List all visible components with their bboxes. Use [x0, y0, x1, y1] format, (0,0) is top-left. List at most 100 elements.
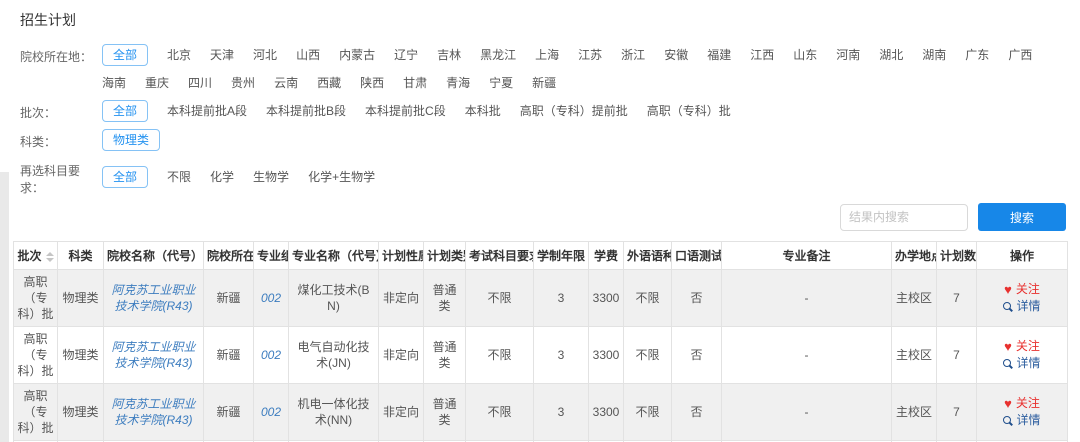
cell-plan-type: 普通类: [423, 383, 466, 441]
detail-link[interactable]: 详情: [1016, 355, 1040, 372]
filter-option-batch-4[interactable]: 本科批: [465, 101, 501, 121]
search-input[interactable]: [840, 203, 968, 231]
filter-option-province-9[interactable]: 上海: [535, 45, 559, 65]
cell-language: 不限: [623, 383, 672, 441]
filter-option-province-7[interactable]: 吉林: [437, 45, 461, 65]
filter-option-reselect-subject-2[interactable]: 化学: [210, 167, 234, 187]
cell-plan-type: 普通类: [423, 326, 466, 384]
col-header-2[interactable]: 院校名称（代号）: [103, 241, 204, 270]
filter-option-province-16[interactable]: 河南: [836, 45, 860, 65]
filter-option-province-1[interactable]: 北京: [167, 45, 191, 65]
filter-option-batch-1[interactable]: 本科提前批A段: [167, 101, 247, 121]
filter-row-batch: 批次： 全部 本科提前批A段 本科提前批B段 本科提前批C段 本科批 高职（专科）提前批 高职…: [20, 100, 1070, 122]
filter-option-province-25[interactable]: 云南: [274, 73, 298, 93]
college-link[interactable]: 阿克苏工业职业技术学院(R43): [111, 397, 195, 427]
filter-option-province-23[interactable]: 四川: [188, 73, 212, 93]
cell-batch: 高职（专科）批: [13, 326, 58, 384]
detail-link[interactable]: 详情: [1016, 298, 1040, 315]
col-header-label: 口语测试: [675, 249, 722, 263]
filter-row-province: 院校所在地： 全部 北京 天津 河北 山西 内蒙古 辽宁 吉林 黑龙江 上海 江苏 浙江 安徽 福建 江西 山东…: [20, 44, 1070, 93]
filter-option-province-31[interactable]: 新疆: [532, 73, 556, 93]
cell-years: 3: [533, 326, 589, 384]
filter-label-batch: 批次：: [20, 106, 57, 120]
table-header-row: 批次 科类院校名称（代号）院校所在地专业组专业名称（代号）计划性质计划类别考试科目…: [13, 241, 1068, 270]
filter-option-province-24[interactable]: 贵州: [231, 73, 255, 93]
filter-option-province-12[interactable]: 安徽: [664, 45, 688, 65]
col-header-label: 计划类别: [427, 249, 465, 263]
filter-option-province-3[interactable]: 河北: [253, 45, 277, 65]
table-row: 高职（专科）批 物理类 阿克苏工业职业技术学院(R43) 新疆 002 电气自动化技术(J…: [13, 326, 1068, 384]
col-header-label: 院校所在地: [207, 249, 253, 263]
filter-option-province-14[interactable]: 江西: [750, 45, 774, 65]
filter-option-reselect-subject-1[interactable]: 不限: [167, 167, 191, 187]
col-header-5[interactable]: 专业名称（代号）: [288, 241, 379, 270]
filter-option-province-0[interactable]: 全部: [102, 44, 149, 66]
filter-option-province-30[interactable]: 宁夏: [489, 73, 513, 93]
filter-option-province-21[interactable]: 海南: [102, 73, 126, 93]
college-link[interactable]: 阿克苏工业职业技术学院(R43): [111, 283, 195, 313]
search-row: 搜索: [0, 203, 1066, 231]
col-header-label: 院校名称（代号）: [107, 249, 204, 263]
col-header-0[interactable]: 批次: [13, 241, 58, 270]
filter-option-province-22[interactable]: 重庆: [145, 73, 169, 93]
follow-line: ♥ 关注: [980, 395, 1064, 412]
filter-option-province-8[interactable]: 黑龙江: [480, 45, 516, 65]
college-link[interactable]: 阿克苏工业职业技术学院(R43): [111, 340, 195, 370]
filter-option-province-11[interactable]: 浙江: [621, 45, 645, 65]
follow-link[interactable]: 关注: [1016, 338, 1040, 355]
col-header-label: 考试科目要求: [469, 249, 533, 263]
table-row: 高职（专科）批 物理类 阿克苏工业职业技术学院(R43) 新疆 002 煤化工技术(BN)…: [13, 269, 1068, 327]
follow-link[interactable]: 关注: [1016, 395, 1040, 412]
follow-link[interactable]: 关注: [1016, 281, 1040, 298]
filter-option-batch-0[interactable]: 全部: [102, 100, 149, 122]
filter-option-batch-3[interactable]: 本科提前批C段: [365, 101, 446, 121]
filter-option-province-4[interactable]: 山西: [296, 45, 320, 65]
detail-link[interactable]: 详情: [1016, 412, 1040, 429]
major-group-link[interactable]: 002: [261, 348, 281, 362]
cell-group: 002: [253, 326, 289, 384]
filter-label-subject-category: 科类：: [20, 135, 57, 149]
filter-options-province: 全部 北京 天津 河北 山西 内蒙古 辽宁 吉林 黑龙江 上海 江苏 浙江 安徽 福建 江西 山东 河南 湖北 湖南…: [102, 44, 1070, 93]
filter-option-province-19[interactable]: 广东: [965, 45, 989, 65]
filter-option-province-29[interactable]: 青海: [446, 73, 470, 93]
heart-icon: ♥: [1004, 282, 1012, 297]
filter-option-province-10[interactable]: 江苏: [578, 45, 602, 65]
filter-option-province-5[interactable]: 内蒙古: [339, 45, 375, 65]
col-header-label: 办学地点: [895, 249, 936, 263]
filter-option-province-17[interactable]: 湖北: [879, 45, 903, 65]
cell-plan-nature: 非定向: [378, 326, 424, 384]
filter-option-province-15[interactable]: 山东: [793, 45, 817, 65]
major-group-link[interactable]: 002: [261, 405, 281, 419]
filter-option-subject-category-0[interactable]: 物理类: [102, 129, 161, 151]
plan-table: 批次 科类院校名称（代号）院校所在地专业组专业名称（代号）计划性质计划类别考试科目…: [13, 241, 1068, 442]
cell-major: 机电一体化技术(NN): [288, 383, 379, 441]
col-header-label: 科类: [68, 249, 93, 263]
filter-option-batch-5[interactable]: 高职（专科）提前批: [520, 101, 628, 121]
filter-option-batch-6[interactable]: 高职（专科）批: [647, 101, 731, 121]
search-button[interactable]: 搜索: [978, 203, 1066, 231]
col-header-label: 操作: [1009, 249, 1034, 263]
filter-option-province-26[interactable]: 西藏: [317, 73, 341, 93]
filter-option-reselect-subject-4[interactable]: 化学+生物学: [308, 167, 375, 187]
filter-option-batch-2[interactable]: 本科提前批B段: [266, 101, 346, 121]
page: 招生计划 院校所在地： 全部 北京 天津 河北 山西 内蒙古 辽宁 吉林 黑龙江 上海 江苏 浙江 安徽福…: [0, 0, 1080, 442]
filter-option-province-27[interactable]: 陕西: [360, 73, 384, 93]
major-group-link[interactable]: 002: [261, 291, 281, 305]
sort-icon[interactable]: [45, 251, 54, 262]
filter-option-reselect-subject-0[interactable]: 全部: [102, 166, 149, 188]
col-header-10: 学费: [588, 241, 624, 270]
cell-plan-type: 普通类: [423, 269, 466, 327]
cell-actions: ♥ 关注详情: [976, 326, 1068, 384]
col-header-4: 专业组: [253, 241, 289, 270]
filter-option-province-18[interactable]: 湖南: [922, 45, 946, 65]
cell-tuition: 3300: [588, 269, 624, 327]
cell-oral-test: 否: [671, 383, 722, 441]
cell-years: 3: [533, 269, 589, 327]
filter-option-province-20[interactable]: 广西: [1008, 45, 1032, 65]
filter-option-reselect-subject-3[interactable]: 生物学: [253, 167, 289, 187]
col-header-15[interactable]: 计划数: [936, 241, 977, 270]
filter-option-province-28[interactable]: 甘肃: [403, 73, 427, 93]
filter-option-province-13[interactable]: 福建: [707, 45, 731, 65]
filter-option-province-6[interactable]: 辽宁: [394, 45, 418, 65]
filter-option-province-2[interactable]: 天津: [210, 45, 234, 65]
